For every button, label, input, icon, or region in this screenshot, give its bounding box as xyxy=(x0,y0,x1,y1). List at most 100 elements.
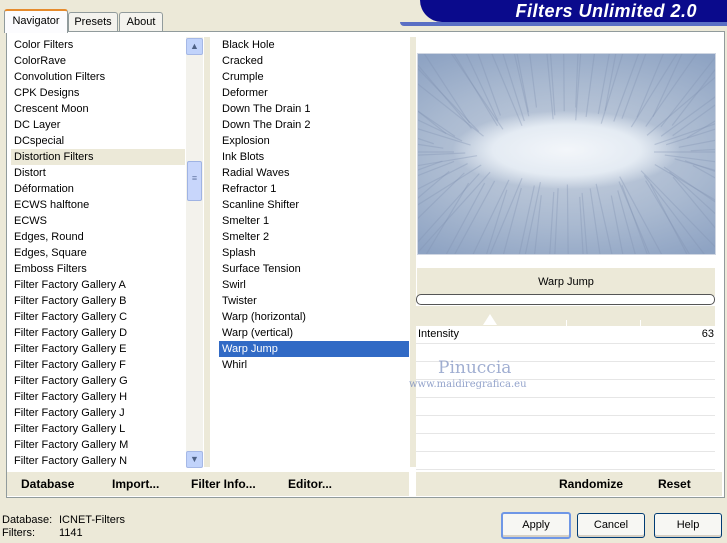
scroll-thumb[interactable]: ≡ xyxy=(187,161,202,201)
cancel-button[interactable]: Cancel xyxy=(577,513,645,538)
preview-streak xyxy=(516,54,530,113)
category-list-item[interactable]: Edges, Square xyxy=(11,245,185,261)
category-list[interactable]: Color Filters ColorRave Convolution Filter… xyxy=(11,37,185,469)
filter-list-item[interactable]: Radial Waves xyxy=(219,165,409,181)
filter-list-item[interactable]: Twister xyxy=(219,293,409,309)
slider-tick xyxy=(640,320,641,326)
filter-list-item[interactable]: Explosion xyxy=(219,133,409,149)
progress-bar xyxy=(416,294,715,305)
category-list-item[interactable]: Filter Factory Gallery G xyxy=(11,373,185,389)
filter-list-item[interactable]: Warp (horizontal) xyxy=(219,309,409,325)
category-list-item[interactable]: Edges, Round xyxy=(11,229,185,245)
category-list-item[interactable]: ColorRave xyxy=(11,53,185,69)
filter-list-item[interactable]: Smelter 1 xyxy=(219,213,409,229)
intensity-slider-track[interactable] xyxy=(416,306,715,326)
param-row xyxy=(416,326,715,344)
grip-icon: ≡ xyxy=(191,173,198,183)
category-scrollbar[interactable]: ▲ ≡ ▼ xyxy=(186,37,203,468)
filter-list-item[interactable]: Down The Drain 1 xyxy=(219,101,409,117)
category-list-item[interactable]: DC Layer xyxy=(11,117,185,133)
preview-streak xyxy=(621,54,647,119)
preview-streak xyxy=(579,196,584,254)
reset-link[interactable]: Reset xyxy=(658,477,691,491)
category-list-item[interactable]: ECWS xyxy=(11,213,185,229)
category-list-item[interactable]: Emboss Filters xyxy=(11,261,185,277)
preview-streak xyxy=(549,191,555,254)
category-list-item[interactable]: Distortion Filters xyxy=(11,149,185,165)
filter-list-item[interactable]: Smelter 2 xyxy=(219,229,409,245)
apply-button[interactable]: Apply xyxy=(501,512,571,539)
category-list-item[interactable]: Déformation xyxy=(11,181,185,197)
category-list-item[interactable]: Color Filters xyxy=(11,37,185,53)
preview-streak xyxy=(418,119,463,142)
filter-list-item[interactable]: Splash xyxy=(219,245,409,261)
category-list-item[interactable]: Filter Factory Gallery A xyxy=(11,277,185,293)
randomize-link[interactable]: Randomize xyxy=(559,477,623,491)
preview-streak xyxy=(423,54,471,124)
category-list-item[interactable]: Filter Factory Gallery N xyxy=(11,453,185,469)
scroll-up-button[interactable]: ▲ xyxy=(186,38,203,55)
category-list-item[interactable]: Filter Factory Gallery F xyxy=(11,357,185,373)
preview-streak xyxy=(418,155,478,167)
preview-streak xyxy=(663,166,715,203)
tab-navigator[interactable]: Navigator xyxy=(4,9,68,33)
banner: Filters Unlimited 2.0 xyxy=(420,0,727,22)
preview-streak xyxy=(600,54,624,124)
preview-streak xyxy=(654,164,715,201)
category-list-item[interactable]: Filter Factory Gallery L xyxy=(11,421,185,437)
preview-streak xyxy=(418,67,480,132)
category-list-item[interactable]: Filter Factory Gallery C xyxy=(11,309,185,325)
help-button[interactable]: Help xyxy=(654,513,722,538)
tab-presets[interactable]: Presets xyxy=(68,12,118,31)
filter-list-item[interactable]: Down The Drain 2 xyxy=(219,117,409,133)
filter-list-item[interactable]: Warp Jump xyxy=(219,341,409,357)
filter-list-item[interactable]: Warp (vertical) xyxy=(219,325,409,341)
param-row xyxy=(416,452,715,470)
category-list-item[interactable]: Filter Factory Gallery M xyxy=(11,437,185,453)
slider-pointer-icon[interactable] xyxy=(483,314,497,325)
category-list-item[interactable]: Convolution Filters xyxy=(11,69,185,85)
filter-list-item[interactable]: Cracked xyxy=(219,53,409,69)
category-list-item[interactable]: Filter Factory Gallery E xyxy=(11,341,185,357)
preview-streak xyxy=(566,184,569,254)
category-list-item[interactable]: CPK Designs xyxy=(11,85,185,101)
database-value: ICNET-Filters xyxy=(59,514,125,526)
filter-list-item[interactable]: Swirl xyxy=(219,277,409,293)
filter-list[interactable]: Black Hole Cracked Crumple Deformer Down The… xyxy=(219,37,409,373)
filters-label: Filters: xyxy=(2,527,35,539)
category-list-item[interactable]: Crescent Moon xyxy=(11,101,185,117)
banner-stripe xyxy=(400,22,727,26)
category-list-item[interactable]: Filter Factory Gallery J xyxy=(11,405,185,421)
category-list-item[interactable]: Filter Factory Gallery H xyxy=(11,389,185,405)
param-row xyxy=(416,416,715,434)
filter-list-item[interactable]: Scanline Shifter xyxy=(219,197,409,213)
tab-about[interactable]: About xyxy=(119,12,163,31)
scroll-down-button[interactable]: ▼ xyxy=(186,451,203,468)
filter-list-item[interactable]: Ink Blots xyxy=(219,149,409,165)
param-label-intensity: Intensity xyxy=(418,328,459,340)
filter-info-link[interactable]: Filter Info... xyxy=(191,477,256,491)
preview-streak xyxy=(690,148,715,152)
category-list-item[interactable]: Filter Factory Gallery D xyxy=(11,325,185,341)
filter-list-item[interactable]: Deformer xyxy=(219,85,409,101)
category-list-item[interactable]: ECWS halftone xyxy=(11,197,185,213)
param-value-intensity[interactable]: 63 xyxy=(690,328,714,340)
import-link[interactable]: Import... xyxy=(112,477,159,491)
filter-list-item[interactable]: Surface Tension xyxy=(219,261,409,277)
category-list-item[interactable]: DCspecial xyxy=(11,133,185,149)
category-list-item[interactable]: Distort xyxy=(11,165,185,181)
preview-streak xyxy=(617,190,636,254)
editor-link[interactable]: Editor... xyxy=(288,477,332,491)
filter-list-item[interactable]: Crumple xyxy=(219,69,409,85)
filter-title: Warp Jump xyxy=(417,268,715,296)
filter-list-item[interactable]: Refractor 1 xyxy=(219,181,409,197)
preview-streak xyxy=(489,177,523,254)
filter-list-item[interactable]: Black Hole xyxy=(219,37,409,53)
database-link[interactable]: Database xyxy=(21,477,74,491)
chevron-down-icon: ▼ xyxy=(190,454,199,464)
category-list-item[interactable]: Filter Factory Gallery B xyxy=(11,293,185,309)
preview-streak xyxy=(684,160,715,173)
filter-preview-image xyxy=(417,53,716,255)
filter-list-item[interactable]: Whirl xyxy=(219,357,409,373)
filters-value: 1141 xyxy=(59,527,83,539)
